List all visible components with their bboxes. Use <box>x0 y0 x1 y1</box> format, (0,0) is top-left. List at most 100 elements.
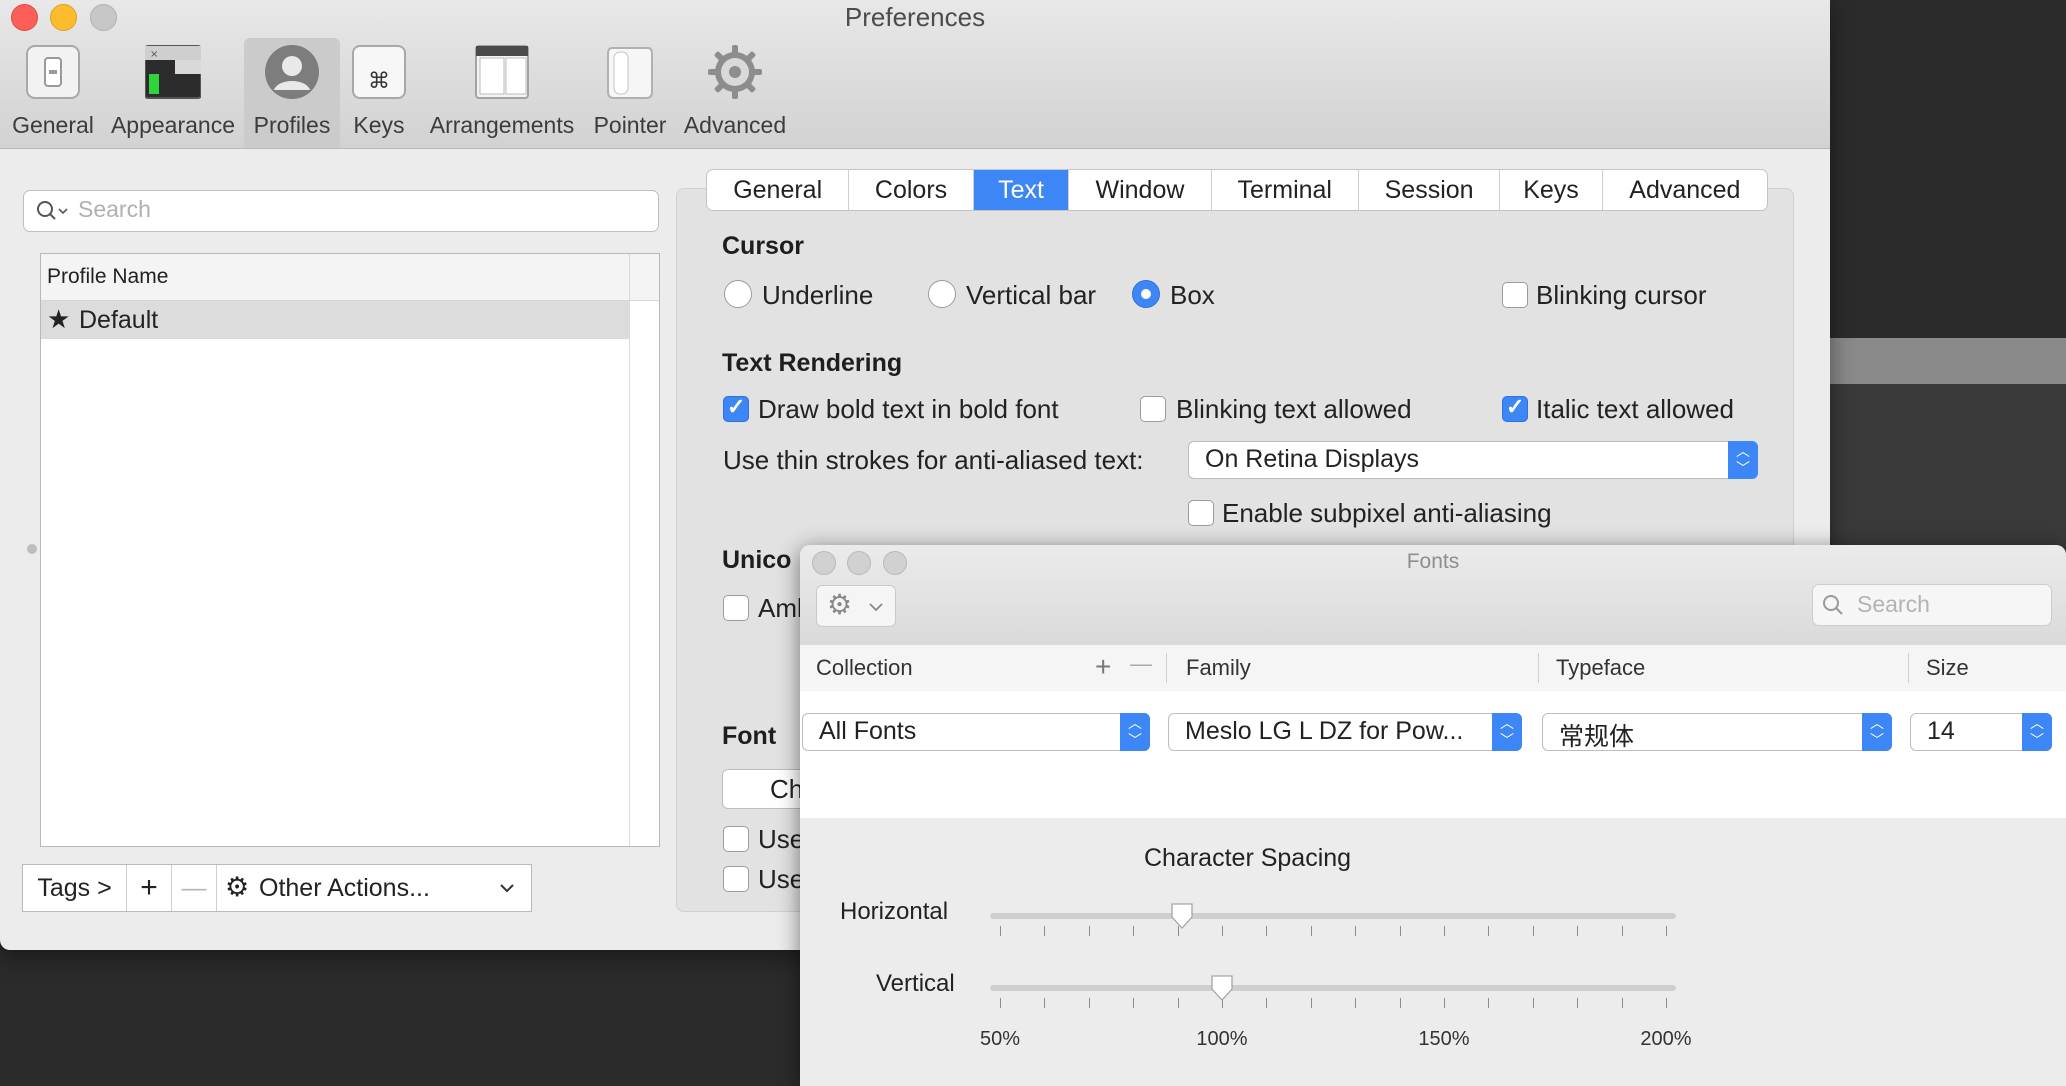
tab-terminal[interactable]: Terminal <box>1212 170 1359 210</box>
size-value: 14 <box>1927 717 1955 745</box>
window-title: Preferences <box>844 2 986 32</box>
slider-tick <box>1177 998 1179 1008</box>
thin-strokes-select[interactable]: On Retina Displays ︿ ﹀ <box>1188 441 1758 479</box>
fonts-action-menu[interactable]: ⚙ <box>816 585 896 627</box>
profile-person-icon <box>265 45 319 99</box>
collection-value: All Fonts <box>819 717 917 745</box>
tab-advanced[interactable]: Advanced <box>1603 170 1767 210</box>
other-actions-menu[interactable]: ⚙ Other Actions... <box>217 865 531 911</box>
character-spacing-section: Character Spacing Horizontal Vertical 50… <box>800 818 2066 1086</box>
typeface-select[interactable]: 常规体 ︿ ﹀ <box>1542 713 1892 751</box>
split-handle[interactable] <box>27 544 37 554</box>
cursor-underline-label: Underline <box>762 280 874 310</box>
slider-tick <box>1222 926 1223 936</box>
toolbar-profiles-label: Profiles <box>253 112 331 138</box>
tab-colors[interactable]: Colors <box>849 170 974 210</box>
fonts-titlebar: Fonts ⚙ Search <box>800 545 2066 646</box>
add-profile-button[interactable]: + <box>127 865 172 911</box>
slider-tick <box>1355 998 1357 1008</box>
typeface-header: Typeface <box>1556 655 1646 680</box>
gear-icon: ⚙ <box>827 589 853 620</box>
size-header: Size <box>1926 655 1969 680</box>
slider-tick <box>1088 926 1090 936</box>
blinking-text-checkbox[interactable] <box>1140 396 1166 422</box>
slider-tick <box>1000 998 1001 1008</box>
toolbar-appearance[interactable]: × Appearance <box>108 38 238 148</box>
slider-tick <box>1310 926 1312 936</box>
use-option-label-2: Use <box>758 864 805 894</box>
profile-name: Default <box>79 306 159 334</box>
tags-button[interactable]: Tags > <box>23 865 127 911</box>
slider-tick <box>1266 998 1268 1008</box>
remove-profile-button[interactable]: — <box>172 865 217 911</box>
tab-text[interactable]: Text <box>973 170 1070 210</box>
profile-search-input[interactable]: Search <box>23 190 659 232</box>
updown-chevron-icon: ︿ ﹀ <box>1862 713 1892 751</box>
slider-tick <box>1444 926 1445 936</box>
toolbar-general[interactable]: General <box>6 38 100 148</box>
collection-select[interactable]: All Fonts ︿ ﹀ <box>802 713 1150 751</box>
horizontal-slider-thumb[interactable] <box>1171 903 1193 929</box>
vertical-slider-thumb[interactable] <box>1211 975 1233 1001</box>
toolbar-advanced-label: Advanced <box>683 112 787 138</box>
horizontal-label: Horizontal <box>840 898 949 925</box>
profile-name-column-header[interactable]: Profile Name <box>41 254 659 301</box>
toolbar-keys[interactable]: ⌘ Keys <box>346 38 412 148</box>
search-icon <box>37 201 68 220</box>
cursor-heading: Cursor <box>722 232 804 260</box>
tab-session[interactable]: Session <box>1359 170 1501 210</box>
use-option-checkbox-2[interactable] <box>723 866 749 892</box>
blinking-text-label: Blinking text allowed <box>1176 394 1412 424</box>
window-arrangement-icon <box>475 45 529 99</box>
cursor-underline-radio[interactable] <box>724 280 752 308</box>
slider-tick <box>1310 998 1312 1008</box>
profile-row-default[interactable]: ★ Default <box>41 301 629 339</box>
vertical-spacing-slider[interactable] <box>990 975 1676 1018</box>
profile-actions-bar: Tags > + — ⚙ Other Actions... <box>22 864 532 912</box>
family-select[interactable]: Meslo LG L DZ for Pow... ︿ ﹀ <box>1168 713 1522 751</box>
horizontal-spacing-slider[interactable] <box>990 903 1676 946</box>
cursor-vertical-bar-radio[interactable] <box>928 280 956 308</box>
list-column-divider <box>629 254 630 846</box>
family-header: Family <box>1186 655 1251 680</box>
tab-general[interactable]: General <box>707 170 850 210</box>
vertical-slider-track <box>990 985 1676 991</box>
appearance-terminal-icon: × <box>145 45 201 99</box>
ambiguous-width-checkbox[interactable] <box>723 595 749 621</box>
slider-tick <box>1444 998 1445 1008</box>
toolbar-profiles[interactable]: Profiles <box>244 38 340 148</box>
slider-tick <box>1621 998 1623 1008</box>
bold-font-checkbox[interactable] <box>723 394 749 422</box>
updown-chevron-icon: ︿ ﹀ <box>1120 713 1150 751</box>
updown-chevron-icon: ︿ ﹀ <box>2022 713 2052 751</box>
star-icon: ★ <box>47 304 71 334</box>
add-collection-button[interactable]: + <box>1095 651 1111 683</box>
use-option-checkbox-1[interactable] <box>723 826 749 852</box>
profile-list: Profile Name ★ Default <box>40 253 660 847</box>
fonts-panel: Fonts ⚙ Search Collection + — Family Typ… <box>800 545 2066 1086</box>
typeface-value: 常规体 <box>1559 723 1635 751</box>
chevron-down-icon <box>869 603 883 612</box>
subpixel-checkbox[interactable] <box>1188 500 1214 526</box>
background-window-strip <box>1830 338 2066 384</box>
general-switch-icon <box>26 45 80 99</box>
header-separator <box>1908 653 1909 683</box>
horizontal-slider-track <box>990 913 1676 919</box>
size-select[interactable]: 14 ︿ ﹀ <box>1910 713 2052 751</box>
scale-label-200: 200% <box>1640 1028 1692 1050</box>
collection-header: Collection <box>816 655 913 680</box>
profile-name-header-label: Profile Name <box>47 265 169 288</box>
toolbar-arrangements[interactable]: Arrangements <box>424 38 580 148</box>
cursor-box-radio[interactable] <box>1132 280 1160 308</box>
tab-keys[interactable]: Keys <box>1500 170 1603 210</box>
family-value: Meslo LG L DZ for Pow... <box>1185 717 1464 745</box>
italic-text-label: Italic text allowed <box>1536 394 1734 424</box>
fonts-search-input[interactable]: Search <box>1812 584 2052 626</box>
tab-window[interactable]: Window <box>1069 170 1212 210</box>
toolbar-pointer[interactable]: Pointer <box>588 38 672 148</box>
fonts-search-placeholder: Search <box>1857 591 1930 617</box>
remove-collection-button[interactable]: — <box>1130 651 1152 677</box>
toolbar-advanced[interactable]: Advanced <box>680 38 790 148</box>
italic-text-checkbox[interactable] <box>1502 394 1528 422</box>
blinking-cursor-checkbox[interactable] <box>1502 282 1528 308</box>
